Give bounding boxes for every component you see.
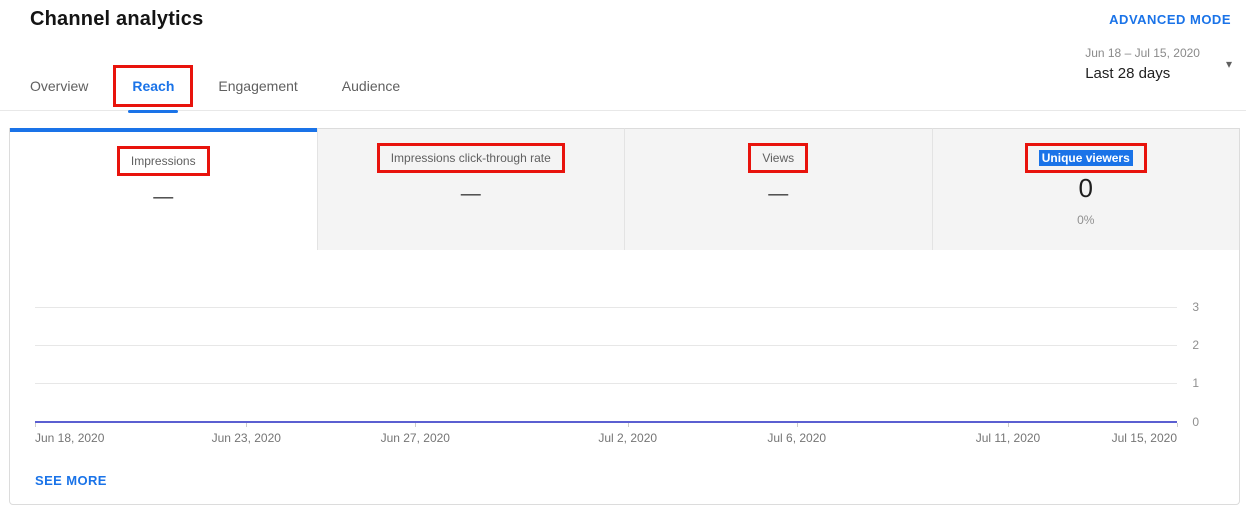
x-axis-label: Jun 18, 2020 [35,431,104,445]
x-axis-label: Jul 2, 2020 [598,431,657,445]
x-axis-tick [797,423,798,427]
metric-strip: Impressions — Impressions click-through … [10,128,1239,250]
annotation-box-views: Views [748,143,808,173]
x-axis-label: Jun 27, 2020 [381,431,450,445]
metric-card-unique-viewers[interactable]: Unique viewers 0 0% [932,128,1240,250]
tab-engagement-label: Engagement [218,78,297,94]
metric-card-views[interactable]: Views — [624,128,932,250]
see-more-link[interactable]: SEE MORE [35,473,107,488]
analytics-card: Impressions — Impressions click-through … [9,128,1240,505]
page-title: Channel analytics [30,8,203,31]
date-range-text: Jun 18 – Jul 15, 2020 [1085,46,1200,60]
series-line-unique-viewers [35,421,1177,423]
x-axis-tick [1177,423,1178,427]
metric-card-impressions[interactable]: Impressions — [10,128,317,250]
plot-area: Jun 18, 2020 Jun 23, 2020 Jun 27, 2020 J… [35,250,1177,460]
advanced-mode-link[interactable]: ADVANCED MODE [1109,12,1231,27]
x-axis-label: Jul 15, 2020 [1112,431,1177,445]
tab-reach[interactable]: Reach [132,70,174,112]
gridline-1 [35,383,1177,384]
line-chart: Jun 18, 2020 Jun 23, 2020 Jun 27, 2020 J… [10,250,1239,460]
x-axis-tick [1008,423,1009,427]
analytics-tabbar: Overview Reach Engagement Audience [0,70,1246,111]
x-axis-tick [246,423,247,427]
metric-label-unique-viewers: Unique viewers [1039,150,1133,166]
y-axis-label: 1 [1192,376,1199,390]
annotation-box-impressions: Impressions [117,146,210,176]
metric-value-impressions: — [10,186,317,209]
annotation-box-impressions-ctr: Impressions click-through rate [377,143,565,173]
tab-engagement[interactable]: Engagement [218,70,297,112]
annotation-box-reach: Reach [113,65,193,107]
gridline-2 [35,345,1177,346]
metric-label-views: Views [762,151,794,165]
metric-label-impressions-ctr: Impressions click-through rate [391,151,551,165]
x-axis-label: Jul 11, 2020 [976,431,1041,445]
x-axis-tick [628,423,629,427]
metric-card-impressions-ctr[interactable]: Impressions click-through rate — [317,128,625,250]
metric-value-unique-viewers: 0 [933,173,1240,204]
tab-overview[interactable]: Overview [30,70,88,112]
tab-audience-label: Audience [342,78,400,94]
tab-reach-label: Reach [132,78,174,94]
x-axis-tick [415,423,416,427]
metric-value-views: — [625,183,932,206]
metric-delta-unique-viewers: 0% [933,213,1240,227]
y-axis-label: 2 [1192,338,1199,352]
metric-value-impressions-ctr: — [318,183,625,206]
metric-label-impressions: Impressions [131,154,196,168]
tab-overview-label: Overview [30,78,88,94]
caret-down-icon[interactable]: ▾ [1226,57,1232,71]
gridline-3 [35,307,1177,308]
x-axis-label: Jun 23, 2020 [212,431,281,445]
x-axis-tick [35,423,36,427]
x-axis-label: Jul 6, 2020 [767,431,826,445]
y-axis-label: 0 [1192,415,1199,429]
annotation-box-unique-viewers: Unique viewers [1025,143,1147,173]
active-tab-indicator [128,110,178,113]
tab-audience[interactable]: Audience [342,70,400,112]
y-axis-label: 3 [1192,300,1199,314]
